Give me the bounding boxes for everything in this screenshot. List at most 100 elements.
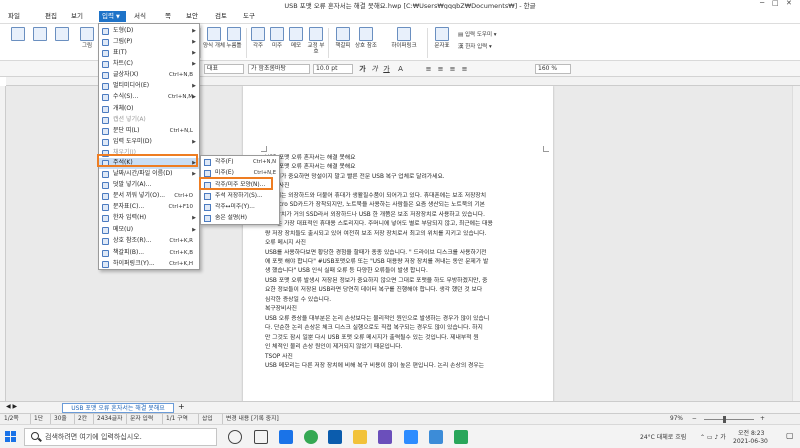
zoom-slider-knob[interactable] xyxy=(723,416,726,423)
align-center-icon[interactable]: ≡ xyxy=(436,64,445,74)
menu-format[interactable]: 서식 xyxy=(131,11,149,22)
new-tab-icon[interactable]: + xyxy=(178,402,185,411)
annotation-submenu-item[interactable]: 주석 저장하기(S)... xyxy=(201,191,279,202)
task-view-icon[interactable] xyxy=(254,430,268,444)
insert-menu-item[interactable]: 도형(D) ▶ xyxy=(99,26,199,37)
ribbon-shape-style[interactable] xyxy=(52,26,72,59)
menu-file[interactable]: 파일 xyxy=(5,11,23,22)
minimize-icon[interactable]: ─ xyxy=(760,0,764,7)
edge-icon[interactable] xyxy=(328,430,342,444)
maximize-icon[interactable]: □ xyxy=(772,0,779,7)
insert-menu-item[interactable]: 상호 참조(R)... Ctrl+K,R xyxy=(99,236,199,247)
zoom-select[interactable]: 160 % xyxy=(535,64,571,74)
bold-icon[interactable]: 가 xyxy=(358,64,367,74)
ribbon-endnote[interactable]: 미주 xyxy=(268,26,286,59)
annotation-submenu-item[interactable]: 각주(F) Ctrl+N,N xyxy=(201,157,279,168)
ribbon-cross-reference[interactable]: 상호 참조 xyxy=(355,26,377,59)
taskbar-search-box[interactable]: 검색하려면 여기에 입력하십시오. xyxy=(24,428,217,446)
insert-menu-item[interactable]: 개체(O) xyxy=(99,104,199,115)
menu-page[interactable]: 쪽 xyxy=(162,11,174,22)
document-line: 생 했습니다" USB 인식 실패 오류 등 다양한 오류들이 발생 합니다. xyxy=(265,268,428,275)
menu-tools[interactable]: 도구 xyxy=(240,11,258,22)
align-right-icon[interactable]: ≡ xyxy=(448,64,457,74)
insert-menu-item[interactable]: 덧말 넣기(A)... xyxy=(99,180,199,191)
zoom-out-icon[interactable]: − xyxy=(692,414,697,424)
insert-menu-item[interactable]: 멀티미디어(E) ▶ xyxy=(99,81,199,92)
input-helper-button[interactable]: ▤ 입력 도우미 ▾ xyxy=(458,30,497,38)
menu-edit[interactable]: 편집 xyxy=(42,11,60,22)
insert-menu-item[interactable]: 수식(S)... Ctrl+N,M ▶ xyxy=(99,92,199,103)
ribbon-field[interactable]: 누름틀 xyxy=(222,26,246,59)
ribbon-hyperlink[interactable]: 하이퍼링크 xyxy=(385,26,423,59)
menu-view[interactable]: 보기 xyxy=(68,11,86,22)
insert-menu-item[interactable]: 책갈피(B)... Ctrl+K,B xyxy=(99,248,199,259)
hwp-app-icon[interactable] xyxy=(429,430,443,444)
zoom-slider[interactable] xyxy=(704,419,754,420)
ribbon-copy[interactable] xyxy=(30,26,50,59)
insert-menu-item[interactable]: 그림(P) ▶ xyxy=(99,37,199,48)
windows-start-icon[interactable] xyxy=(5,431,16,442)
clock-time[interactable]: 오전 8:23 xyxy=(738,428,764,437)
notification-icon[interactable]: ▢ xyxy=(786,431,794,440)
menu-review[interactable]: 검토 xyxy=(212,11,230,22)
messenger-icon[interactable] xyxy=(454,430,468,444)
ribbon-undo[interactable] xyxy=(8,26,28,59)
cortana-icon[interactable] xyxy=(228,430,242,444)
menu-insert[interactable]: 입력 ▼ xyxy=(99,11,126,22)
footnote-icon xyxy=(251,27,265,41)
insert-menu-item[interactable]: 표(T) ▶ xyxy=(99,48,199,59)
hanja-input-button[interactable]: 漢 한자 입력 ▾ xyxy=(458,42,492,50)
italic-icon[interactable]: 가 xyxy=(370,64,379,74)
annotation-submenu-item[interactable]: 숨은 설명(H) xyxy=(201,213,279,224)
ribbon-symbol[interactable]: 문자표 xyxy=(430,26,454,59)
close-icon[interactable]: ✕ xyxy=(786,0,792,7)
app-icon[interactable] xyxy=(378,430,392,444)
status-insert[interactable]: 삽입 xyxy=(198,414,213,424)
zoom-app-icon[interactable] xyxy=(404,430,418,444)
document-line: USB는 가장 대표적인 휴대용 스토리지다. 주머니에 넣어도 별로 부담되지… xyxy=(265,221,493,228)
font-size-select[interactable]: 10.0 pt xyxy=(313,64,353,74)
insert-menu-item[interactable]: 한자 입력(H) ▶ xyxy=(99,213,199,224)
annotation-submenu-item[interactable]: 각주↔미주(Y)... xyxy=(201,202,279,213)
explorer-icon[interactable] xyxy=(353,430,367,444)
browser-icon[interactable] xyxy=(279,430,293,444)
vertical-scrollbar[interactable] xyxy=(792,86,800,406)
menu-item-label: 차트(C) xyxy=(113,60,133,67)
chrome-icon[interactable] xyxy=(304,430,318,444)
menu-bar: 파일 편집 보기 입력 ▼ 서식 쪽 보안 검토 도구 xyxy=(0,9,800,24)
document-line: 량 저장 장치들도 출시되고 있어 여전히 보조 저장 장치로서 최고의 위치를… xyxy=(265,230,487,237)
font-select[interactable]: 가 함초롬바탕 xyxy=(248,64,310,74)
ribbon-picture[interactable]: 그림 xyxy=(76,26,98,59)
zoom-in-icon[interactable]: + xyxy=(760,414,765,424)
document-line: TSOP 사진 xyxy=(265,353,293,360)
ribbon-memo[interactable]: 메모 xyxy=(287,26,305,59)
underline-icon[interactable]: 가 xyxy=(382,64,391,74)
align-justify-icon[interactable]: ≡ xyxy=(460,64,469,74)
insert-menu-item[interactable]: 차트(C) ▶ xyxy=(99,59,199,70)
insert-menu-item[interactable]: 하이퍼링크(Y)... Ctrl+K,H xyxy=(99,259,199,270)
insert-menu-item[interactable]: 문단 띠(L) Ctrl+N,L xyxy=(99,126,199,137)
document-page[interactable]: USB 포맷 오류 혼자서는 해결 못해요 USB 포맷 오류 혼자서는 해결 못… xyxy=(243,86,553,406)
tab-nav-icon[interactable]: ◀ ▶ xyxy=(6,403,17,410)
bookmark-icon xyxy=(336,27,350,41)
ribbon-footnote[interactable]: 각주 xyxy=(249,26,267,59)
tray-icons[interactable]: ⌃ ▭ ♪ 가 xyxy=(700,432,726,441)
style-select[interactable]: 대표 xyxy=(204,64,244,74)
insert-menu-item[interactable]: 문서 끼워 넣기(O)... Ctrl+O xyxy=(99,191,199,202)
clock-date[interactable]: 2021-06-30 xyxy=(733,438,768,445)
insert-menu-item[interactable]: 입력 도우미(D) ▶ xyxy=(99,137,199,148)
ribbon-bookmark[interactable]: 책갈피 xyxy=(332,26,354,59)
font-color-icon[interactable]: A xyxy=(396,64,405,74)
insert-menu-item[interactable]: 글상자(X) Ctrl+N,B xyxy=(99,70,199,81)
document-tab[interactable]: USB 포맷 오류 혼자서는 해결 못해요 xyxy=(62,403,174,413)
menu-security[interactable]: 보안 xyxy=(183,11,201,22)
shape-icon xyxy=(55,27,69,41)
weather-status[interactable]: 24°C 대체로 흐림 xyxy=(640,432,686,441)
insert-menu-item[interactable]: 날짜/시간/파일 이름(D) ▶ xyxy=(99,169,199,180)
status-track-changes[interactable]: 변경 내용 [기록 중지] xyxy=(222,414,279,424)
insert-menu-item[interactable]: 문자표(C)... Ctrl+F10 xyxy=(99,202,199,213)
ribbon-proofmark[interactable]: 교정 부호 xyxy=(306,26,326,59)
insert-menu-item[interactable]: 메모(U) ▶ xyxy=(99,225,199,236)
document-body[interactable]: USB 포맷 오류 혼자서는 해결 못해요 USB 포맷 오류 혼자서는 해결 못… xyxy=(265,154,550,371)
align-left-icon[interactable]: ≡ xyxy=(424,64,433,74)
